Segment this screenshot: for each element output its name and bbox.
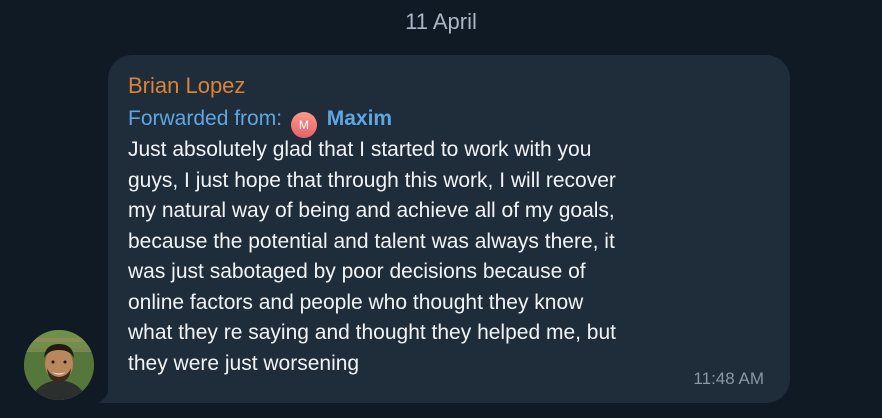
forwarded-name[interactable]: Maxim — [327, 107, 392, 130]
message-time: 11:48 AM — [693, 369, 764, 388]
forwarded-from[interactable]: Forwarded from: M Maxim — [128, 105, 392, 138]
message-text: Just absolutely glad that I started to w… — [128, 138, 616, 375]
date-separator: 11 April — [405, 9, 477, 34]
user-avatar-photo-icon — [24, 330, 94, 400]
forwarded-label: Forwarded from: — [128, 107, 283, 130]
chat-view: 11 April Brian Lopez Forwarded from: M M… — [0, 0, 882, 418]
sender-name[interactable]: Brian Lopez — [128, 72, 245, 100]
sender-avatar[interactable] — [24, 330, 94, 400]
message-bubble[interactable]: Brian Lopez Forwarded from: M Maxim Just… — [108, 55, 790, 403]
